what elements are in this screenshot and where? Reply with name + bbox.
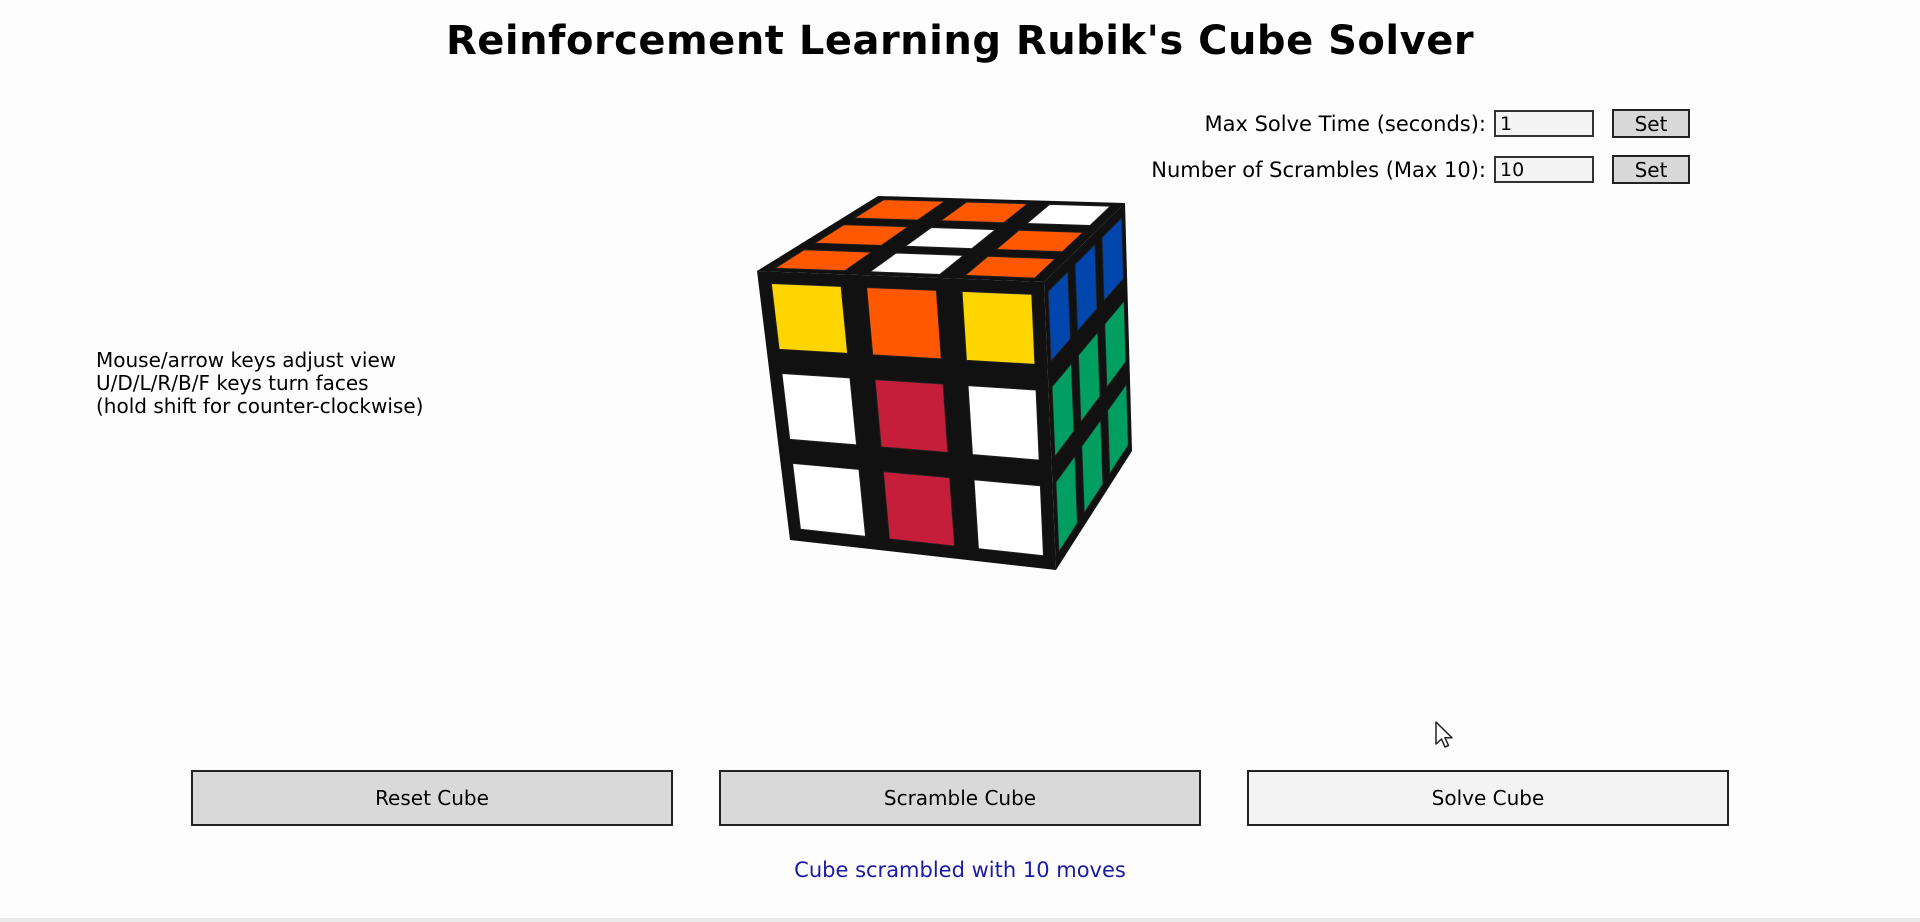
front-sticker-1-0 <box>781 373 857 446</box>
front-sticker-2-1 <box>882 471 955 547</box>
front-sticker-2-2 <box>973 479 1044 557</box>
instruction-line-shift: (hold shift for counter-clockwise) <box>96 394 424 418</box>
instructions: Mouse/arrow keys adjust view U/D/L/R/B/F… <box>96 349 423 418</box>
max-solve-time-label: Max Solve Time (seconds): <box>1204 111 1487 136</box>
front-sticker-1-1 <box>874 379 949 453</box>
num-scrambles-row: Number of Scrambles (Max 10): Set <box>1151 155 1690 184</box>
mouse-cursor-icon <box>1435 721 1453 748</box>
instruction-line-view: Mouse/arrow keys adjust view <box>96 348 397 372</box>
max-solve-time-input[interactable] <box>1494 110 1594 137</box>
front-sticker-1-2 <box>967 385 1040 461</box>
page-title: Reinforcement Learning Rubik's Cube Solv… <box>445 18 1475 64</box>
app-page: Reinforcement Learning Rubik's Cube Solv… <box>0 0 1920 922</box>
front-sticker-0-2 <box>961 291 1036 365</box>
max-solve-time-set-button[interactable]: Set <box>1612 109 1690 138</box>
instruction-line-faces: U/D/L/R/B/F keys turn faces <box>96 371 369 395</box>
max-solve-time-row: Max Solve Time (seconds): Set <box>1204 109 1690 138</box>
front-sticker-2-0 <box>792 463 866 537</box>
solve-cube-button[interactable]: Solve Cube <box>1247 770 1729 826</box>
num-scrambles-input[interactable] <box>1494 156 1594 183</box>
rubiks-cube-view[interactable] <box>740 185 1140 585</box>
front-sticker-0-0 <box>770 283 848 354</box>
num-scrambles-set-button[interactable]: Set <box>1612 155 1690 184</box>
num-scrambles-label: Number of Scrambles (Max 10): <box>1151 157 1486 182</box>
status-message: Cube scrambled with 10 moves <box>794 858 1126 882</box>
reset-cube-button[interactable]: Reset Cube <box>191 770 673 826</box>
scramble-cube-button[interactable]: Scramble Cube <box>719 770 1201 826</box>
front-sticker-0-1 <box>866 287 942 360</box>
bottom-edge-strip <box>0 918 1920 922</box>
